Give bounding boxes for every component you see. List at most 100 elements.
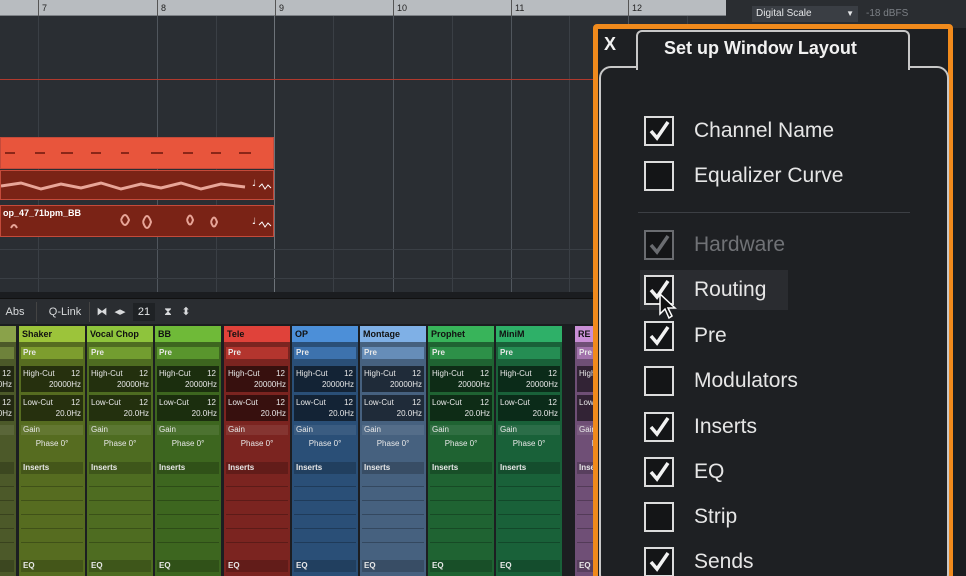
resize-vertical-icon[interactable]: ⬍ [180, 303, 192, 321]
fit-width-icon[interactable]: ⧓ [96, 303, 108, 321]
eq-label[interactable]: EQ [157, 560, 219, 572]
phase-label[interactable]: Phase 0° [157, 438, 219, 450]
pre-label[interactable]: Pre [430, 347, 492, 359]
channel-name[interactable]: Vocal Chop [87, 326, 153, 342]
fit-height-icon[interactable]: ⧗ [162, 303, 174, 321]
audio-clip[interactable]: ♩ [0, 170, 274, 200]
phase-label[interactable]: Phase 0° [0, 438, 14, 450]
channel-count-field[interactable]: 21 [133, 303, 155, 321]
checkbox[interactable] [644, 161, 674, 191]
phase-label[interactable]: Phase 0° [362, 438, 424, 450]
pre-label[interactable]: Pre [0, 347, 14, 359]
highcut-box[interactable]: High-Cut1220000Hz [226, 366, 288, 392]
gain-slider[interactable]: Gain [294, 425, 356, 435]
option-eq[interactable]: EQ [640, 455, 930, 489]
channel-strip[interactable]: Prophet Pre High-Cut 12 20000Hz Low-Cut 12 20.0… [428, 326, 494, 576]
pre-label[interactable]: Pre [226, 347, 288, 359]
lowcut-box[interactable]: Low-Cut1220.0Hz [362, 395, 424, 421]
midi-clip[interactable] [0, 137, 274, 169]
checkbox[interactable] [644, 547, 674, 576]
channel-strip[interactable]: Tele Pre High-Cut 12 20000Hz Low-Cut 12 20.0Hz G… [224, 326, 290, 576]
channel-name[interactable]: Shaker [19, 326, 85, 342]
pre-label[interactable]: Pre [362, 347, 424, 359]
lowcut-box[interactable]: Low-Cut1220.0Hz [0, 395, 14, 421]
inserts-label[interactable]: Inserts [21, 462, 83, 474]
checkbox[interactable] [644, 412, 674, 442]
gain-slider[interactable]: Gain [226, 425, 288, 435]
channel-strip[interactable]: OP Pre High-Cut 12 20000Hz Low-Cut 12 20.0Hz Gai… [292, 326, 358, 576]
timeline-ruler[interactable]: 7 8 9 10 11 12 [0, 0, 726, 16]
resize-horizontal-icon[interactable]: ◂▸ [114, 303, 126, 321]
highcut-box[interactable]: High-Cut1220000Hz [21, 366, 83, 392]
phase-label[interactable]: Phase 0° [21, 438, 83, 450]
option-equalizer-curve[interactable]: Equalizer Curve [640, 159, 930, 193]
gain-slider[interactable]: Gain [430, 425, 492, 435]
inserts-label[interactable]: Inserts [0, 462, 14, 474]
gain-slider[interactable]: Gain [157, 425, 219, 435]
highcut-box[interactable]: High-Cut1220000Hz [89, 366, 151, 392]
lowcut-box[interactable]: Low-Cut1220.0Hz [294, 395, 356, 421]
eq-label[interactable]: EQ [226, 560, 288, 572]
channel-name[interactable]: OP [292, 326, 358, 342]
qlink-button[interactable]: Q-Link [46, 303, 84, 321]
gain-slider[interactable]: Gain [362, 425, 424, 435]
channel-name[interactable] [0, 326, 16, 342]
channel-name[interactable]: Prophet [428, 326, 494, 342]
highcut-box[interactable]: High-Cut1220000Hz [157, 366, 219, 392]
gain-slider[interactable]: Gain [21, 425, 83, 435]
channel-name[interactable]: BB [155, 326, 221, 342]
eq-label[interactable]: EQ [294, 560, 356, 572]
eq-label[interactable]: EQ [0, 560, 14, 572]
option-sends[interactable]: Sends [640, 545, 930, 576]
phase-label[interactable]: Phase 0° [89, 438, 151, 450]
inserts-label[interactable]: Inserts [430, 462, 492, 474]
inserts-label[interactable]: Inserts [294, 462, 356, 474]
checkbox[interactable] [644, 502, 674, 532]
channel-strip[interactable]: Shaker Pre High-Cut 12 20000Hz Low-Cut 12 20.0H… [19, 326, 85, 576]
phase-label[interactable]: Phase 0° [226, 438, 288, 450]
checkbox[interactable] [644, 116, 674, 146]
inserts-label[interactable]: Inserts [226, 462, 288, 474]
gain-slider[interactable]: Gain [0, 425, 14, 435]
gain-slider[interactable]: Gain [89, 425, 151, 435]
option-channel-name[interactable]: Channel Name [640, 114, 930, 148]
pre-label[interactable]: Pre [157, 347, 219, 359]
highcut-box[interactable]: High-Cut1220000Hz [294, 366, 356, 392]
checkbox[interactable] [644, 457, 674, 487]
lowcut-box[interactable]: Low-Cut1220.0Hz [430, 395, 492, 421]
phase-label[interactable]: Phase 0° [294, 438, 356, 450]
option-pre[interactable]: Pre [640, 319, 930, 353]
option-strip[interactable]: Strip [640, 500, 930, 534]
lowcut-box[interactable]: Low-Cut1220.0Hz [21, 395, 83, 421]
eq-label[interactable]: EQ [498, 560, 560, 572]
lowcut-box[interactable]: Low-Cut1220.0Hz [157, 395, 219, 421]
channel-strip[interactable]: BB Pre High-Cut 12 20000Hz Low-Cut 12 20.0Hz Gai… [155, 326, 221, 576]
eq-label[interactable]: EQ [21, 560, 83, 572]
lowcut-box[interactable]: Low-Cut1220.0Hz [89, 395, 151, 421]
highcut-box[interactable]: High-Cut1220000Hz [362, 366, 424, 392]
checkbox[interactable] [644, 321, 674, 351]
inserts-label[interactable]: Inserts [89, 462, 151, 474]
channel-name[interactable]: Montage [360, 326, 426, 342]
pre-label[interactable]: Pre [89, 347, 151, 359]
checkbox[interactable] [644, 366, 674, 396]
lowcut-box[interactable]: Low-Cut1220.0Hz [226, 395, 288, 421]
pre-label[interactable]: Pre [498, 347, 560, 359]
inserts-label[interactable]: Inserts [362, 462, 424, 474]
abs-button[interactable]: Abs [4, 303, 26, 321]
channel-strip[interactable]: Vocal Chop Pre High-Cut 12 20000Hz Low-Cut 12 2… [87, 326, 153, 576]
eq-label[interactable]: EQ [89, 560, 151, 572]
option-inserts[interactable]: Inserts [640, 410, 930, 444]
channel-strip[interactable]: PreHigh-Cut1220000HzLow-Cut1220.0HzGainP… [0, 326, 16, 576]
highcut-box[interactable]: High-Cut1220000Hz [498, 366, 560, 392]
channel-name[interactable]: Tele [224, 326, 290, 342]
phase-label[interactable]: Phase 0° [430, 438, 492, 450]
inserts-label[interactable]: Inserts [498, 462, 560, 474]
channel-strip[interactable]: Montage Pre High-Cut 12 20000Hz Low-Cut 12 20.0… [360, 326, 426, 576]
eq-label[interactable]: EQ [430, 560, 492, 572]
close-icon[interactable]: X [604, 34, 616, 55]
inserts-label[interactable]: Inserts [157, 462, 219, 474]
channel-name[interactable]: MiniM [496, 326, 562, 342]
pre-label[interactable]: Pre [21, 347, 83, 359]
lowcut-box[interactable]: Low-Cut1220.0Hz [498, 395, 560, 421]
